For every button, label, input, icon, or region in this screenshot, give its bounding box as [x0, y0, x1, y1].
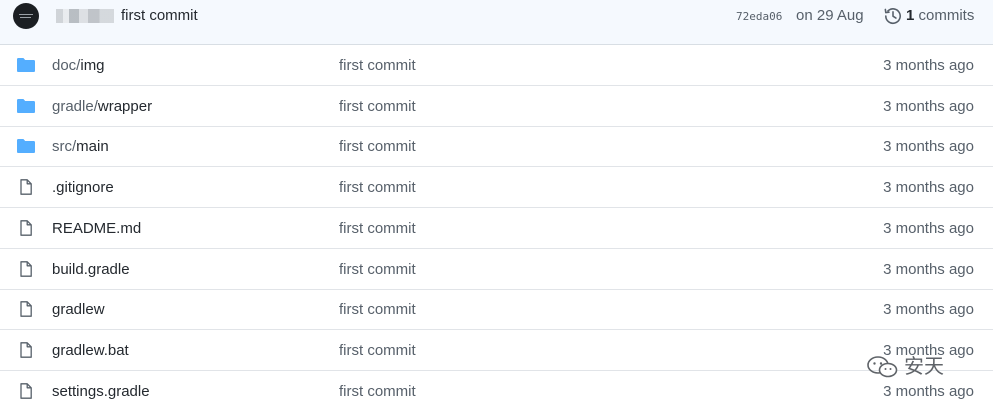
file-name: gradlew	[52, 301, 105, 319]
file-row[interactable]: src/main first commit 3 months ago	[0, 126, 993, 168]
dir-prefix: gradle/	[52, 97, 98, 115]
file-name: wrapper	[97, 97, 153, 115]
file-commit-message[interactable]: first commit	[339, 342, 416, 360]
file-commit-age: 3 months ago	[883, 97, 974, 115]
file-name: .gitignore	[52, 179, 114, 197]
commit-count-link[interactable]: 1 commits	[906, 6, 974, 26]
dir-prefix: src/	[52, 138, 77, 156]
folder-icon	[16, 57, 36, 73]
file-row[interactable]: gradle/wrapper first commit 3 months ago	[0, 86, 993, 127]
history-clock-icon[interactable]	[884, 7, 902, 25]
file-commit-age: 3 months ago	[883, 382, 974, 400]
file-row[interactable]: README.md first commit 3 months ago	[0, 208, 993, 249]
author-avatar-icon[interactable]	[13, 3, 39, 29]
file-name: main	[76, 138, 109, 156]
file-name-link[interactable]: doc/img	[52, 57, 105, 75]
file-icon	[16, 260, 36, 277]
commit-sha-link[interactable]: 72eda06	[736, 9, 782, 25]
file-icon	[16, 301, 36, 318]
file-row[interactable]: gradlew first commit 3 months ago	[0, 289, 993, 331]
file-commit-message[interactable]: first commit	[339, 220, 416, 238]
file-name-link[interactable]: settings.gradle	[52, 383, 150, 401]
commit-date: on 29 Aug	[796, 7, 864, 24]
latest-commit-message[interactable]: first commit	[121, 6, 198, 26]
watermark: 安天	[866, 354, 976, 380]
file-commit-age: 3 months ago	[883, 260, 974, 278]
folder-icon	[16, 98, 36, 114]
file-commit-message[interactable]: first commit	[339, 261, 416, 279]
dir-prefix: doc/	[52, 57, 81, 74]
file-commit-age: 3 months ago	[883, 219, 974, 237]
file-commit-age: 3 months ago	[883, 138, 974, 156]
watermark-text: 安天	[904, 354, 944, 378]
file-icon	[16, 219, 36, 236]
file-commit-age: 3 months ago	[883, 301, 974, 319]
file-name-link[interactable]: gradlew.bat	[52, 342, 129, 360]
file-name-link[interactable]: build.gradle	[52, 261, 130, 279]
file-row[interactable]: settings.gradle first commit 3 months ago	[0, 371, 993, 401]
commit-count-label: commits	[918, 7, 975, 24]
file-name-link[interactable]: README.md	[52, 220, 141, 238]
file-commit-message[interactable]: first commit	[339, 301, 416, 319]
folder-icon	[16, 138, 36, 154]
file-icon	[16, 382, 36, 399]
file-commit-message[interactable]: first commit	[339, 98, 416, 116]
file-name-link[interactable]: .gitignore	[52, 179, 114, 197]
file-name: settings.gradle	[52, 382, 150, 400]
latest-commit-bar: first commit 72eda06 on 29 Aug 1 commits	[0, 0, 993, 45]
file-icon	[16, 342, 36, 358]
file-row[interactable]: build.gradle first commit 3 months ago	[0, 249, 993, 290]
file-name: gradlew.bat	[52, 341, 129, 359]
commit-count-number: 1	[906, 7, 915, 24]
file-commit-age: 3 months ago	[883, 57, 974, 74]
file-row[interactable]: gradlew.bat first commit 3 months ago	[0, 330, 993, 371]
file-commit-message[interactable]: first commit	[339, 57, 416, 75]
wechat-icon	[867, 356, 898, 378]
file-commit-message[interactable]: first commit	[339, 179, 416, 197]
file-name-link[interactable]: gradlew	[52, 301, 105, 319]
file-icon	[16, 179, 36, 195]
file-commit-age: 3 months ago	[883, 179, 974, 197]
file-commit-message[interactable]: first commit	[339, 138, 416, 156]
file-name: README.md	[52, 219, 142, 237]
file-row[interactable]: doc/img first commit 3 months ago	[0, 45, 993, 86]
file-commit-message[interactable]: first commit	[339, 383, 416, 401]
file-name: build.gradle	[52, 260, 130, 278]
file-name-link[interactable]: gradle/wrapper	[52, 98, 152, 116]
author-name-redacted[interactable]	[56, 9, 114, 23]
file-name: img	[80, 57, 105, 74]
file-row[interactable]: .gitignore first commit 3 months ago	[0, 167, 993, 209]
file-name-link[interactable]: src/main	[52, 138, 109, 156]
